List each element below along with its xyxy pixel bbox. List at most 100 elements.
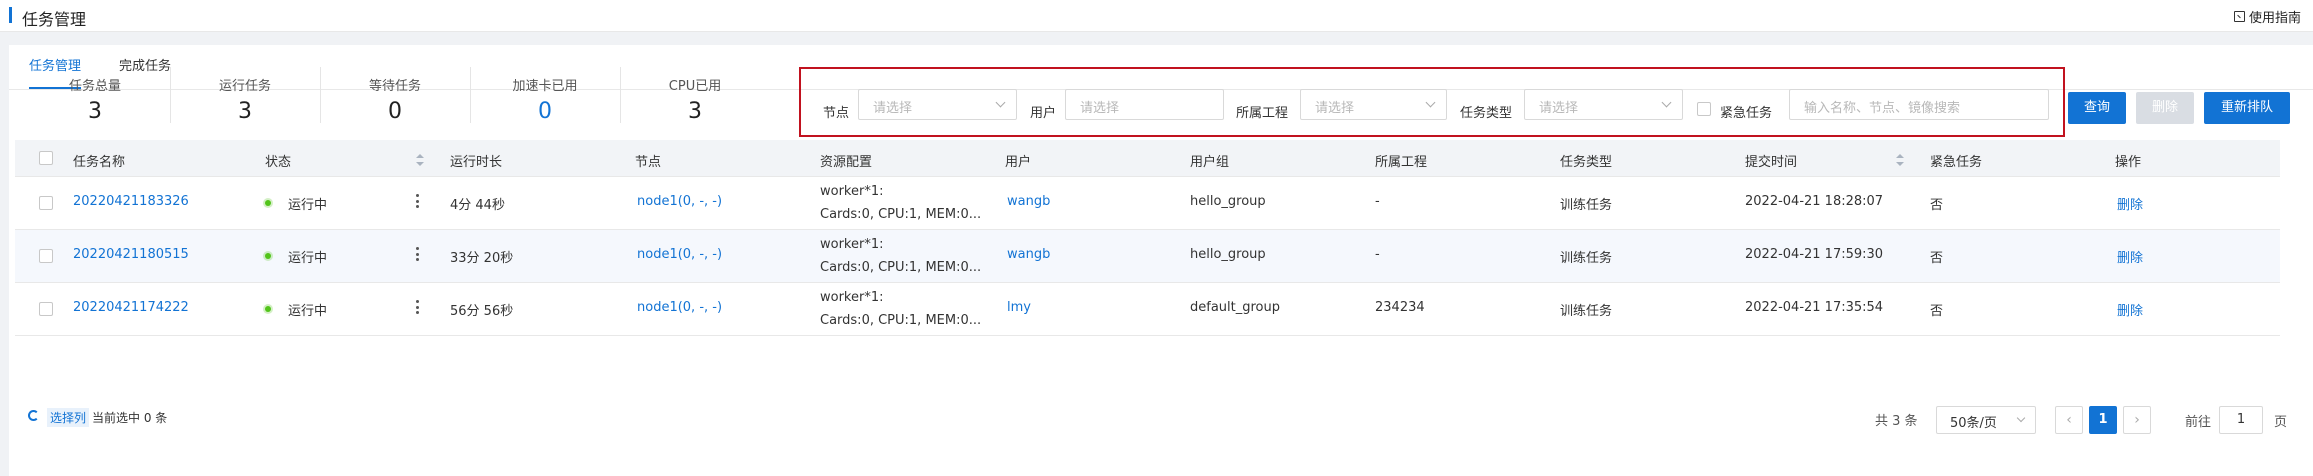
running-status-dot <box>265 306 271 312</box>
stat-label: 运行任务 <box>218 79 271 94</box>
col-submitted: 提交时间 <box>1745 155 1798 170</box>
node-select[interactable]: 请选择 <box>858 89 1017 120</box>
resource-config: worker*1: Cards:0, CPU:1, MEM:0... <box>820 233 990 279</box>
guide-label: 使用指南 <box>2248 11 2301 26</box>
user-group: hello_group <box>1190 194 1266 209</box>
delete-link[interactable]: 删除 <box>2117 300 2143 319</box>
project: - <box>1375 194 1380 209</box>
table-header: 任务名称 状态 运行时长 节点 资源配置 用户 用户组 所属工程 任务类型 提交… <box>15 140 2280 177</box>
resource-config: worker*1: Cards:0, CPU:1, MEM:0... <box>820 286 990 332</box>
col-urgent: 紧急任务 <box>1930 155 1983 170</box>
delete-link[interactable]: 删除 <box>2117 247 2143 266</box>
table-row: 20220421183326 运行中 4分 44秒 node1(0, -, -)… <box>15 177 2280 230</box>
title-accent-bar <box>9 7 12 23</box>
urgent-label: 紧急任务 <box>1720 106 1773 121</box>
delete-button[interactable]: 删除 <box>2136 92 2194 124</box>
table-row: 20220421180515 运行中 33分 20秒 node1(0, -, -… <box>15 230 2280 283</box>
stat-value[interactable]: 0 <box>470 99 620 124</box>
stat-label: CPU已用 <box>668 79 722 94</box>
prev-page-button[interactable]: ‹ <box>2055 406 2083 434</box>
search-input[interactable]: 输入名称、节点、镜像搜索 <box>1789 89 2049 120</box>
type-select[interactable]: 请选择 <box>1524 89 1683 120</box>
chevron-down-icon <box>2016 413 2026 423</box>
status-text: 运行中 <box>288 198 328 213</box>
urgent-value: 否 <box>1930 304 1944 319</box>
project-select[interactable]: 请选择 <box>1300 89 1447 120</box>
total-count: 共 3 条 <box>1875 414 1918 429</box>
task-table: 任务名称 状态 运行时长 节点 资源配置 用户 用户组 所属工程 任务类型 提交… <box>15 140 2280 336</box>
user-group: hello_group <box>1190 247 1266 262</box>
duration: 33分 20秒 <box>450 251 514 266</box>
stat-label: 等待任务 <box>368 79 421 94</box>
selected-count: 当前选中 0 条 <box>92 411 168 425</box>
next-page-button[interactable]: › <box>2123 406 2151 434</box>
select-columns-button[interactable]: 选择列 <box>47 408 90 427</box>
page-1-button[interactable]: 1 <box>2089 406 2117 434</box>
task-name-link[interactable]: 20220421180515 <box>73 247 189 262</box>
resource-line-2: Cards:0, CPU:1, MEM:0... <box>820 260 982 275</box>
col-user: 用户 <box>1005 155 1032 170</box>
user-link[interactable]: lmy <box>1007 300 1031 315</box>
requeue-button[interactable]: 重新排队 <box>2204 92 2290 124</box>
page-size-select[interactable]: 50条/页 <box>1936 406 2036 434</box>
query-button[interactable]: 查询 <box>2068 92 2126 124</box>
select-all-checkbox[interactable] <box>39 151 53 165</box>
user-link[interactable]: wangb <box>1007 247 1050 262</box>
more-actions-icon[interactable] <box>415 194 419 208</box>
row-checkbox[interactable] <box>39 302 53 316</box>
project: 234234 <box>1375 300 1425 315</box>
submit-time: 2022-04-21 18:28:07 <box>1745 194 1884 209</box>
status-text: 运行中 <box>288 304 328 319</box>
resource-line-1: worker*1: <box>820 290 884 305</box>
user-filter-label: 用户 <box>1030 106 1057 121</box>
duration: 4分 44秒 <box>450 198 505 213</box>
task-type: 训练任务 <box>1560 304 1613 319</box>
table-footer: 选择列 当前选中 0 条 共 3 条 50条/页 ‹ 1 › 前往 1 页 <box>15 400 2287 440</box>
stat-value: 3 <box>88 99 102 124</box>
col-status: 状态 <box>265 155 292 170</box>
guide-link[interactable]: 使用指南 <box>2233 7 2301 26</box>
node-link[interactable]: node1(0, -, -) <box>637 194 722 209</box>
more-actions-icon[interactable] <box>415 247 419 261</box>
chevron-down-icon <box>1425 97 1436 108</box>
col-resources: 资源配置 <box>820 155 873 170</box>
project-select-placeholder: 请选择 <box>1315 101 1355 116</box>
chevron-down-icon <box>1661 97 1672 108</box>
row-checkbox[interactable] <box>39 196 53 210</box>
col-duration: 运行时长 <box>450 155 503 170</box>
resource-line-1: worker*1: <box>820 184 884 199</box>
stat-value: 3 <box>688 99 702 124</box>
row-checkbox[interactable] <box>39 249 53 263</box>
sort-icon[interactable] <box>1896 154 1904 166</box>
running-status-dot <box>265 253 271 259</box>
node-link[interactable]: node1(0, -, -) <box>637 247 722 262</box>
user-group: default_group <box>1190 300 1280 315</box>
submit-time: 2022-04-21 17:35:54 <box>1745 300 1884 315</box>
guide-icon <box>2233 11 2245 22</box>
type-filter-label: 任务类型 <box>1460 106 1513 121</box>
user-link[interactable]: wangb <box>1007 194 1050 209</box>
col-group: 用户组 <box>1190 155 1230 170</box>
task-type: 训练任务 <box>1560 198 1613 213</box>
top-bar: 任务管理 使用指南 <box>0 0 2313 32</box>
task-type: 训练任务 <box>1560 251 1613 266</box>
more-actions-icon[interactable] <box>415 300 419 314</box>
task-name-link[interactable]: 20220421183326 <box>73 194 189 209</box>
type-select-placeholder: 请选择 <box>1539 101 1579 116</box>
urgent-value: 否 <box>1930 251 1944 266</box>
goto-page-input[interactable]: 1 <box>2219 406 2263 434</box>
stat-waiting: 等待任务 0 <box>320 65 470 135</box>
page-title: 任务管理 <box>22 10 87 29</box>
delete-link[interactable]: 删除 <box>2117 194 2143 213</box>
status-text: 运行中 <box>288 251 328 266</box>
user-input[interactable]: 请选择 <box>1065 89 1224 120</box>
sort-icon[interactable] <box>416 154 424 166</box>
task-name-link[interactable]: 20220421174222 <box>73 300 189 315</box>
urgent-checkbox[interactable] <box>1697 102 1711 116</box>
col-type: 任务类型 <box>1560 155 1613 170</box>
table-row: 20220421174222 运行中 56分 56秒 node1(0, -, -… <box>15 283 2280 336</box>
user-input-placeholder: 请选择 <box>1080 101 1120 116</box>
refresh-icon[interactable] <box>28 410 39 421</box>
chevron-down-icon <box>995 97 1006 108</box>
node-link[interactable]: node1(0, -, -) <box>637 300 722 315</box>
